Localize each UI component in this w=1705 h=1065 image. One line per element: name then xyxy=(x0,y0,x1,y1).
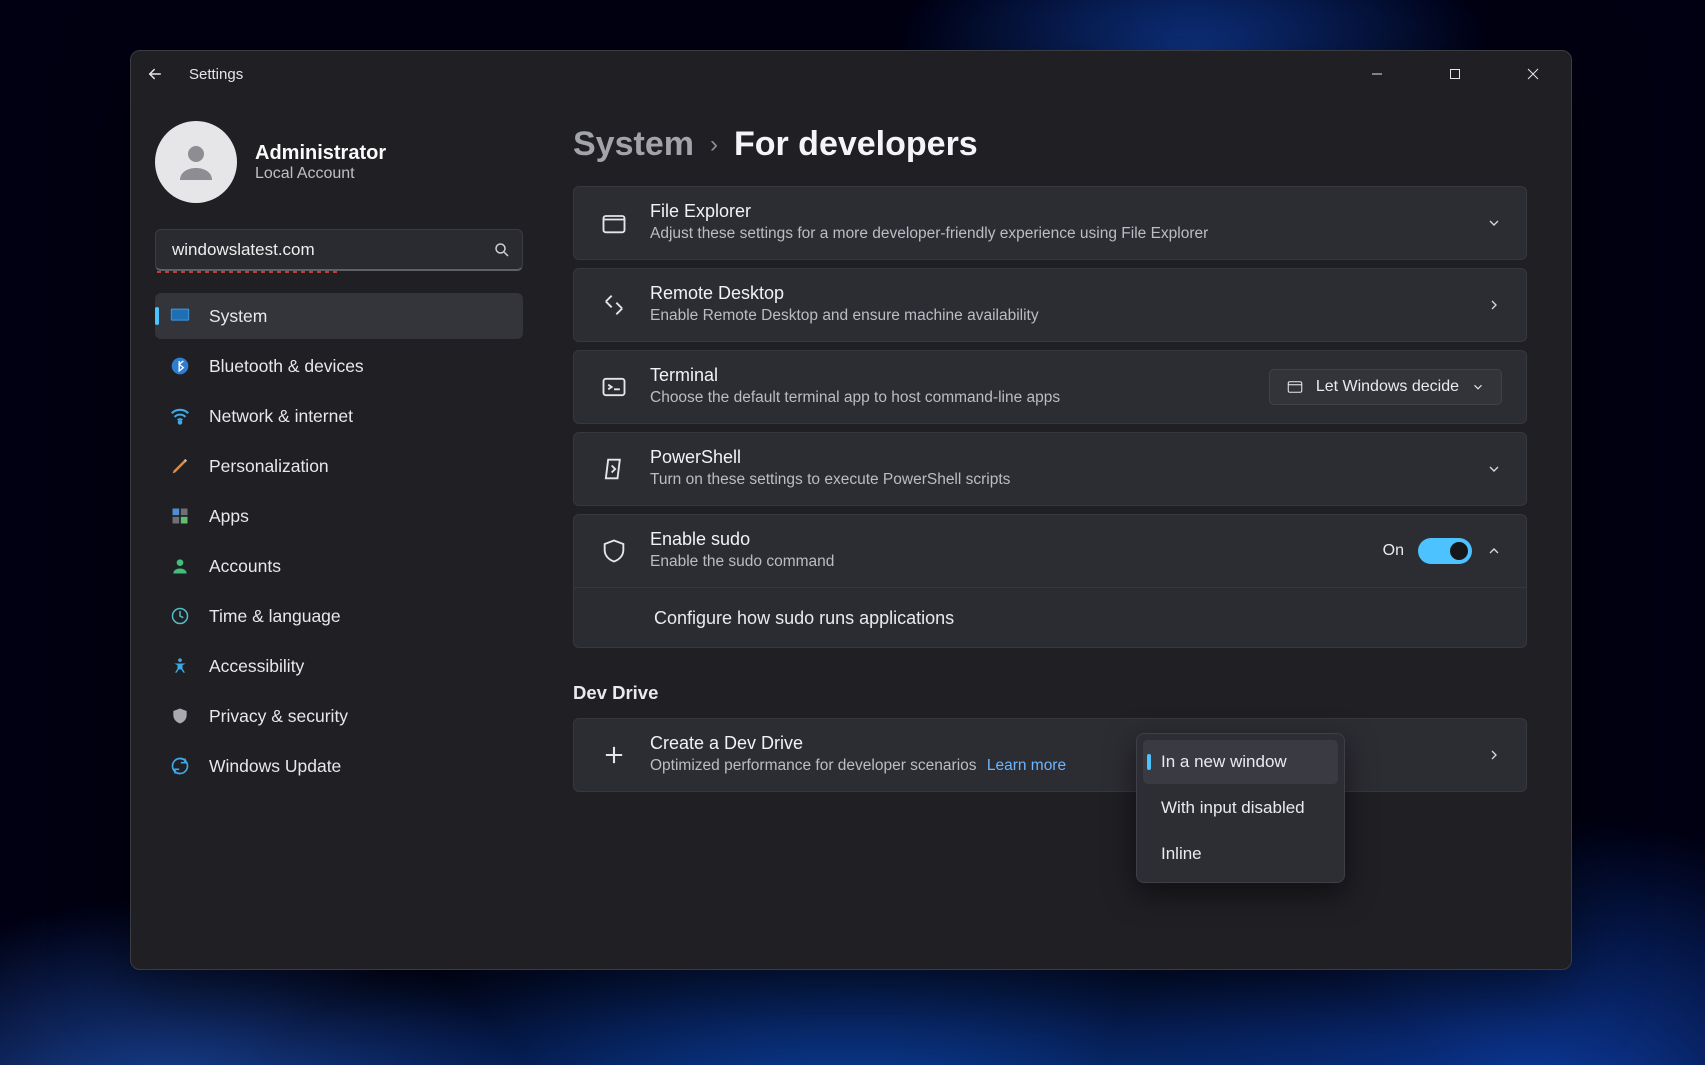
plus-icon xyxy=(600,741,628,769)
minimize-button[interactable] xyxy=(1347,51,1407,97)
card-subtitle: Enable the sudo command xyxy=(650,552,1361,573)
nav-item-label: Network & internet xyxy=(209,406,353,427)
shield-icon xyxy=(169,705,191,727)
card-title: File Explorer xyxy=(650,201,1464,222)
breadcrumb-current: For developers xyxy=(734,125,978,164)
card-subtitle: Enable Remote Desktop and ensure machine… xyxy=(650,306,1464,327)
card-enable-sudo[interactable]: Enable sudo Enable the sudo command On xyxy=(573,514,1527,588)
monitor-icon xyxy=(169,305,191,327)
close-button[interactable] xyxy=(1503,51,1563,97)
nav-list: System Bluetooth & devices Network & int… xyxy=(155,293,523,789)
sudo-configure-label: Configure how sudo runs applications xyxy=(654,608,954,629)
folder-icon xyxy=(600,209,628,237)
nav-item-accounts[interactable]: Accounts xyxy=(155,543,523,589)
chevron-up-icon xyxy=(1486,543,1502,559)
update-icon xyxy=(169,755,191,777)
cards-list: File Explorer Adjust these settings for … xyxy=(573,186,1533,792)
nav-item-system[interactable]: System xyxy=(155,293,523,339)
nav-item-label: Privacy & security xyxy=(209,706,348,727)
card-title: PowerShell xyxy=(650,447,1464,468)
nav-item-network[interactable]: Network & internet xyxy=(155,393,523,439)
chevron-right-icon xyxy=(1486,297,1502,313)
learn-more-link[interactable]: Learn more xyxy=(987,757,1066,774)
toggle-state-label: On xyxy=(1383,542,1404,560)
settings-window: Settings Administrator Local Account xyxy=(130,50,1572,970)
dropdown-item-input-disabled[interactable]: With input disabled xyxy=(1143,786,1338,830)
dropdown-item-label: In a new window xyxy=(1161,752,1287,771)
nav-item-label: Accounts xyxy=(209,556,281,577)
card-file-explorer[interactable]: File Explorer Adjust these settings for … xyxy=(573,186,1527,260)
breadcrumb-parent[interactable]: System xyxy=(573,125,694,164)
person-icon xyxy=(169,555,191,577)
dropdown-item-label: Inline xyxy=(1161,844,1202,863)
powershell-icon xyxy=(600,455,628,483)
nav-item-label: Accessibility xyxy=(209,656,304,677)
nav-item-bluetooth[interactable]: Bluetooth & devices xyxy=(155,343,523,389)
card-terminal[interactable]: Terminal Choose the default terminal app… xyxy=(573,350,1527,424)
clock-globe-icon xyxy=(169,605,191,627)
chevron-down-icon xyxy=(1486,461,1502,477)
sudo-mode-dropdown[interactable]: In a new window With input disabled Inli… xyxy=(1136,733,1345,883)
apps-icon xyxy=(169,505,191,527)
nav-item-label: Time & language xyxy=(209,606,341,627)
window-title: Settings xyxy=(189,66,243,83)
nav-item-label: Apps xyxy=(209,506,249,527)
card-title: Terminal xyxy=(650,365,1247,386)
nav-item-label: Windows Update xyxy=(209,756,341,777)
sudo-toggle[interactable] xyxy=(1418,538,1472,564)
search-input[interactable] xyxy=(155,229,523,271)
spellcheck-underline xyxy=(157,271,337,273)
dropdown-item-new-window[interactable]: In a new window xyxy=(1143,740,1338,784)
nav-item-label: System xyxy=(209,306,267,327)
card-create-dev-drive[interactable]: Create a Dev Drive Optimized performance… xyxy=(573,718,1527,792)
window-icon xyxy=(1286,378,1304,396)
titlebar: Settings xyxy=(131,51,1571,97)
nav-item-apps[interactable]: Apps xyxy=(155,493,523,539)
card-powershell[interactable]: PowerShell Turn on these settings to exe… xyxy=(573,432,1527,506)
nav-item-time-language[interactable]: Time & language xyxy=(155,593,523,639)
select-value: Let Windows decide xyxy=(1316,378,1459,396)
user-subtitle: Local Account xyxy=(255,165,386,183)
user-name: Administrator xyxy=(255,142,386,165)
sidebar: Administrator Local Account System xyxy=(131,97,543,969)
terminal-select[interactable]: Let Windows decide xyxy=(1269,369,1502,405)
terminal-icon xyxy=(600,373,628,401)
card-subtitle: Turn on these settings to execute PowerS… xyxy=(650,470,1464,491)
chevron-right-icon xyxy=(1486,747,1502,763)
dropdown-item-label: With input disabled xyxy=(1161,798,1305,817)
bluetooth-icon xyxy=(169,355,191,377)
wifi-icon xyxy=(169,405,191,427)
remote-desktop-icon xyxy=(600,291,628,319)
breadcrumb: System › For developers xyxy=(573,125,1533,164)
user-account-row[interactable]: Administrator Local Account xyxy=(155,121,523,203)
nav-item-privacy[interactable]: Privacy & security xyxy=(155,693,523,739)
accessibility-icon xyxy=(169,655,191,677)
nav-item-personalization[interactable]: Personalization xyxy=(155,443,523,489)
card-subtitle: Choose the default terminal app to host … xyxy=(650,388,1080,409)
card-title: Enable sudo xyxy=(650,529,1361,550)
chevron-right-icon: › xyxy=(710,131,718,159)
section-dev-drive: Dev Drive xyxy=(573,682,1527,704)
nav-item-windows-update[interactable]: Windows Update xyxy=(155,743,523,789)
avatar xyxy=(155,121,237,203)
content-area: System › For developers File Explorer Ad… xyxy=(543,97,1571,969)
card-subtitle: Adjust these settings for a more develop… xyxy=(650,224,1464,245)
card-remote-desktop[interactable]: Remote Desktop Enable Remote Desktop and… xyxy=(573,268,1527,342)
card-title: Remote Desktop xyxy=(650,283,1464,304)
shield-outline-icon xyxy=(600,537,628,565)
paintbrush-icon xyxy=(169,455,191,477)
nav-item-accessibility[interactable]: Accessibility xyxy=(155,643,523,689)
search-icon[interactable] xyxy=(493,241,511,259)
maximize-button[interactable] xyxy=(1425,51,1485,97)
chevron-down-icon xyxy=(1486,215,1502,231)
chevron-down-icon xyxy=(1471,380,1485,394)
nav-item-label: Personalization xyxy=(209,456,329,477)
nav-item-label: Bluetooth & devices xyxy=(209,356,364,377)
card-sudo-configure[interactable]: Configure how sudo runs applications xyxy=(573,588,1527,648)
back-button[interactable] xyxy=(139,58,171,90)
search-wrap xyxy=(155,229,523,271)
dropdown-item-inline[interactable]: Inline xyxy=(1143,832,1338,876)
